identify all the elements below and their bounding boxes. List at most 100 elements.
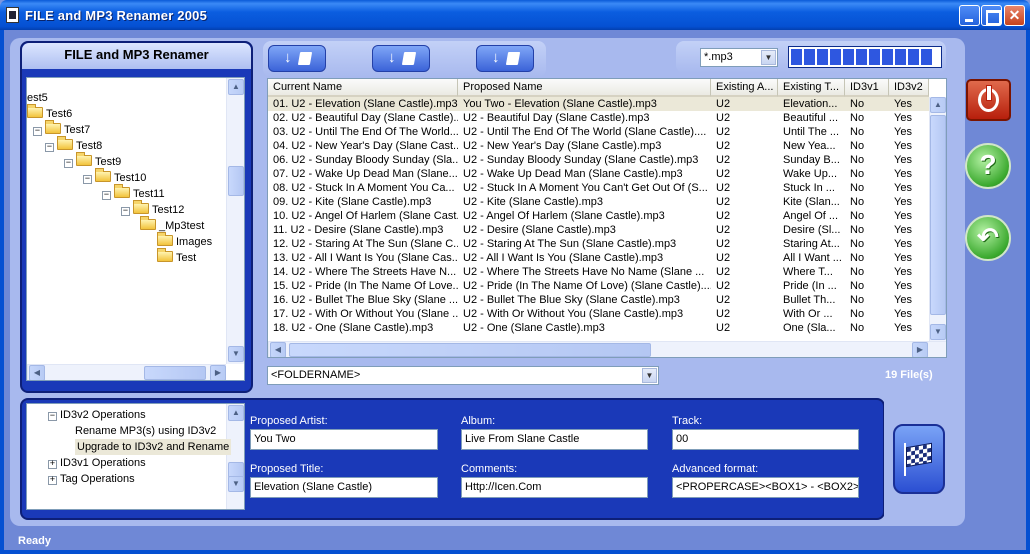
table-cell: 14. U2 - Where The Streets Have N... — [273, 266, 457, 278]
table-row[interactable]: 01. U2 - Elevation (Slane Castle).mp3 You… — [268, 97, 929, 111]
collapse-icon[interactable]: − — [33, 127, 42, 136]
table-row[interactable]: 02. U2 - Beautiful Day (Slane Castle)...… — [268, 111, 929, 125]
list-scroll-left-button[interactable]: ◀ — [270, 342, 286, 357]
table-cell: With Or ... — [783, 308, 833, 320]
scroll-right-button[interactable]: ▶ — [210, 365, 226, 380]
column-header[interactable]: Existing A... — [711, 79, 778, 97]
table-cell: 02. U2 - Beautiful Day (Slane Castle)...… — [273, 112, 458, 124]
column-header[interactable]: Proposed Name — [458, 79, 711, 97]
operation-item[interactable]: + Tag Operations — [48, 471, 135, 487]
progress-segment — [869, 49, 880, 65]
list-horizontal-scrollbar[interactable]: ◀ ▶ — [268, 341, 946, 357]
table-row[interactable]: 15. U2 - Pride (In The Name Of Love... U2… — [268, 279, 929, 293]
start-rename-button[interactable] — [893, 424, 945, 494]
table-cell: 04. U2 - New Year's Day (Slane Cast... — [273, 140, 458, 152]
minimize-button[interactable] — [959, 5, 980, 26]
table-cell: Elevation... — [783, 98, 838, 110]
column-header[interactable]: ID3v2 — [889, 79, 929, 97]
list-scroll-right-button[interactable]: ▶ — [912, 342, 928, 357]
column-header[interactable]: ID3v1 — [845, 79, 889, 97]
album-input[interactable]: Live From Slane Castle — [461, 429, 648, 450]
move-down-file-button[interactable] — [268, 45, 326, 72]
comments-input[interactable]: Http://Icen.Com — [461, 477, 648, 498]
table-row[interactable]: 17. U2 - With Or Without You (Slane ... U… — [268, 307, 929, 321]
close-window-button[interactable]: ✕ — [1004, 5, 1025, 26]
move-down-files-button[interactable] — [372, 45, 430, 72]
tree-vertical-scrollbar[interactable]: ▲ ▼ — [226, 78, 244, 364]
operation-item[interactable]: + ID3v1 Operations — [48, 455, 146, 471]
tree-node[interactable]: − Test9 — [64, 152, 121, 170]
tree-node[interactable]: − Test8 — [45, 136, 102, 154]
collapse-icon[interactable]: − — [83, 175, 92, 184]
list-vertical-scrollbar[interactable]: ▲ ▼ — [929, 97, 946, 341]
table-row[interactable]: 09. U2 - Kite (Slane Castle).mp3 U2 - Kit… — [268, 195, 929, 209]
proposed-title-input[interactable]: Elevation (Slane Castle) — [250, 477, 438, 498]
collapse-icon[interactable]: − — [121, 207, 130, 216]
file-list[interactable]: Current Name Proposed Name Existing A... Ex… — [267, 78, 947, 358]
table-cell: U2 - New Year's Day (Slane Castle).mp3 — [463, 140, 662, 152]
expand-icon[interactable]: + — [48, 476, 57, 485]
table-row[interactable]: 14. U2 - Where The Streets Have N... U2 -… — [268, 265, 929, 279]
undo-button[interactable]: ↶ — [965, 215, 1011, 261]
table-row[interactable]: 18. U2 - One (Slane Castle).mp3 U2 - One … — [268, 321, 929, 335]
table-cell: Yes — [894, 154, 912, 166]
operation-item[interactable]: Rename MP3(s) using ID3v2 — [75, 423, 216, 439]
scroll-down-button[interactable]: ▼ — [228, 346, 244, 362]
collapse-icon[interactable]: − — [48, 412, 57, 421]
table-row[interactable]: 08. U2 - Stuck In A Moment You Ca... U2 -… — [268, 181, 929, 195]
help-button[interactable]: ? — [965, 143, 1011, 189]
proposed-artist-input[interactable]: You Two — [250, 429, 438, 450]
operations-scroll-up-button[interactable]: ▲ — [228, 405, 244, 421]
table-row[interactable]: 10. U2 - Angel Of Harlem (Slane Cast... U… — [268, 209, 929, 223]
exit-button[interactable] — [966, 79, 1011, 121]
tree-node[interactable]: _Mp3test — [140, 216, 204, 234]
progress-segment — [830, 49, 841, 65]
list-scroll-thumb-horizontal[interactable] — [289, 343, 651, 357]
folder-format-select[interactable]: <FOLDERNAME> ▼ — [267, 366, 659, 385]
table-row[interactable]: 07. U2 - Wake Up Dead Man (Slane... U2 - … — [268, 167, 929, 181]
table-row[interactable]: 11. U2 - Desire (Slane Castle).mp3 U2 - D… — [268, 223, 929, 237]
collapse-icon[interactable]: − — [45, 143, 54, 152]
operations-scroll-down-button[interactable]: ▼ — [228, 476, 244, 492]
scroll-left-button[interactable]: ◀ — [29, 365, 45, 380]
operations-tree[interactable]: ▲ ▼ − ID3v2 Operations Rename MP3(s) using… — [26, 403, 245, 510]
folder-icon — [27, 104, 43, 118]
tree-horizontal-scrollbar[interactable]: ◀ ▶ — [27, 364, 226, 380]
chevron-down-icon[interactable]: ▼ — [761, 50, 776, 65]
file-mask-select[interactable]: *.mp3 ▼ — [700, 48, 778, 67]
list-scroll-up-button[interactable]: ▲ — [930, 97, 946, 113]
collapse-icon[interactable]: − — [64, 159, 73, 168]
scroll-thumb[interactable] — [228, 166, 244, 196]
list-scroll-thumb[interactable] — [930, 115, 946, 315]
chevron-down-icon[interactable]: ▼ — [642, 368, 657, 383]
progress-segment — [843, 49, 854, 65]
operation-item[interactable]: Upgrade to ID3v2 and Rename — [75, 439, 232, 455]
collapse-icon[interactable]: − — [102, 191, 111, 200]
operations-scrollbar[interactable]: ▲ ▼ — [226, 404, 244, 509]
progress-segment — [895, 49, 906, 65]
table-row[interactable]: 16. U2 - Bullet The Blue Sky (Slane ... U… — [268, 293, 929, 307]
list-scroll-down-button[interactable]: ▼ — [930, 324, 946, 340]
table-row[interactable]: 13. U2 - All I Want Is You (Slane Cas...… — [268, 251, 929, 265]
tree-node[interactable]: Test — [157, 248, 196, 266]
operation-item[interactable]: − ID3v2 Operations — [48, 407, 146, 423]
expand-icon[interactable]: + — [48, 460, 57, 469]
tree-node-label: Test7 — [64, 124, 91, 136]
app-icon[interactable] — [6, 7, 19, 23]
help-icon: ? — [979, 149, 997, 180]
track-input[interactable]: 00 — [672, 429, 859, 450]
table-row[interactable]: 12. U2 - Staring At The Sun (Slane C... U… — [268, 237, 929, 251]
table-row[interactable]: 04. U2 - New Year's Day (Slane Cast... U2… — [268, 139, 929, 153]
table-row[interactable]: 03. U2 - Until The End Of The World... U2… — [268, 125, 929, 139]
advanced-format-input[interactable]: <PROPERCASE><BOX1> - <BOX2>< — [672, 477, 859, 498]
maximize-button[interactable] — [981, 5, 1002, 26]
column-header[interactable]: Existing T... — [778, 79, 845, 97]
tree-node[interactable]: − Test12 — [121, 200, 184, 218]
table-cell: Yes — [894, 182, 912, 194]
column-header[interactable]: Current Name — [268, 79, 458, 97]
move-up-button[interactable] — [476, 45, 534, 72]
scroll-up-button[interactable]: ▲ — [228, 79, 244, 95]
folder-tree[interactable]: ▲ ▼ ◀ ▶ est5 Test6− Test7− Test8− Test9− Test… — [26, 77, 245, 381]
scroll-thumb-horizontal[interactable] — [144, 366, 206, 380]
table-row[interactable]: 06. U2 - Sunday Bloody Sunday (Sla... U2 … — [268, 153, 929, 167]
